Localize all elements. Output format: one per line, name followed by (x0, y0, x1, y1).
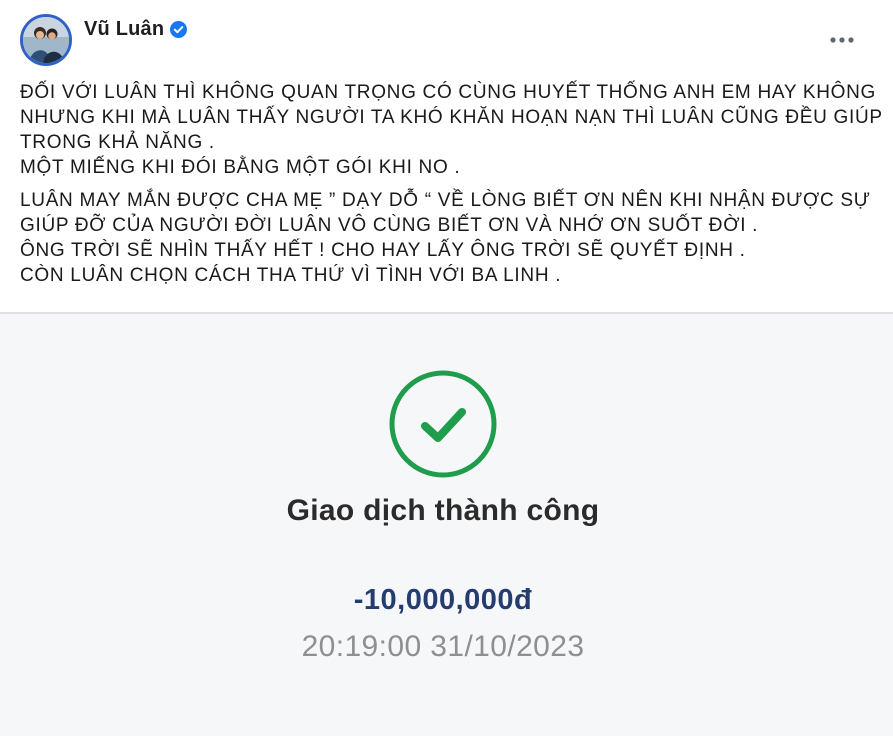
post-text-line: LUÂN MAY MẮN ĐƯỢC CHA MẸ ” DẠY DỖ “ VỀ L… (20, 190, 871, 211)
avatar-photo (23, 17, 69, 63)
author-name[interactable]: Vũ Luân (84, 18, 164, 41)
post-text-line: GIÚP ĐỠ CỦA NGƯỜI ĐỜI LUÂN VÔ CÙNG BIẾT … (20, 215, 759, 236)
post-paragraph: ĐỐI VỚI LUÂN THÌ KHÔNG QUAN TRỌNG CÓ CÙN… (20, 80, 883, 180)
post-text-line: TRONG KHẢ NĂNG . (20, 132, 215, 153)
transaction-status: Giao dịch thành công (286, 494, 600, 527)
author-row: Vũ Luân (84, 16, 188, 42)
post-text-line: ÔNG TRỜI SẼ NHÌN THẤY HẾT ! CHO HAY LẤY … (20, 240, 746, 261)
post-paragraph: LUÂN MAY MẮN ĐƯỢC CHA MẸ ” DẠY DỖ “ VỀ L… (20, 188, 880, 288)
post-text-line: CÒN LUÂN CHỌN CÁCH THA THỨ VÌ TÌNH VỚI B… (20, 265, 562, 286)
verified-badge-icon (170, 20, 188, 38)
post-text-line: ĐỐI VỚI LUÂN THÌ KHÔNG QUAN TRỌNG CÓ CÙN… (20, 82, 877, 103)
transaction-datetime: 20:19:00 31/10/2023 (301, 630, 585, 663)
more-options-button[interactable] (827, 28, 857, 52)
check-circle-icon (389, 370, 497, 478)
transaction-receipt-image[interactable]: Giao dịch thành công -10,000,000đ 20:19:… (0, 314, 893, 736)
facebook-post: Vũ Luân ĐỐI VỚI LUÂN THÌ KHÔNG QUAN TRỌN… (0, 0, 893, 736)
author-avatar[interactable] (20, 14, 72, 66)
post-header: Vũ Luân (0, 0, 893, 72)
transaction-amount: -10,000,000đ (353, 584, 533, 616)
post-text-line: MỘT MIẾNG KHI ĐÓI BẰNG MỘT GÓI KHI NO . (20, 157, 461, 178)
post-text: ĐỐI VỚI LUÂN THÌ KHÔNG QUAN TRỌNG CÓ CÙN… (20, 80, 883, 288)
more-options-icon (830, 37, 854, 43)
post-text-line: NHƯNG KHI MÀ LUÂN THẤY NGƯỜI TA KHÓ KHĂN… (20, 107, 883, 128)
